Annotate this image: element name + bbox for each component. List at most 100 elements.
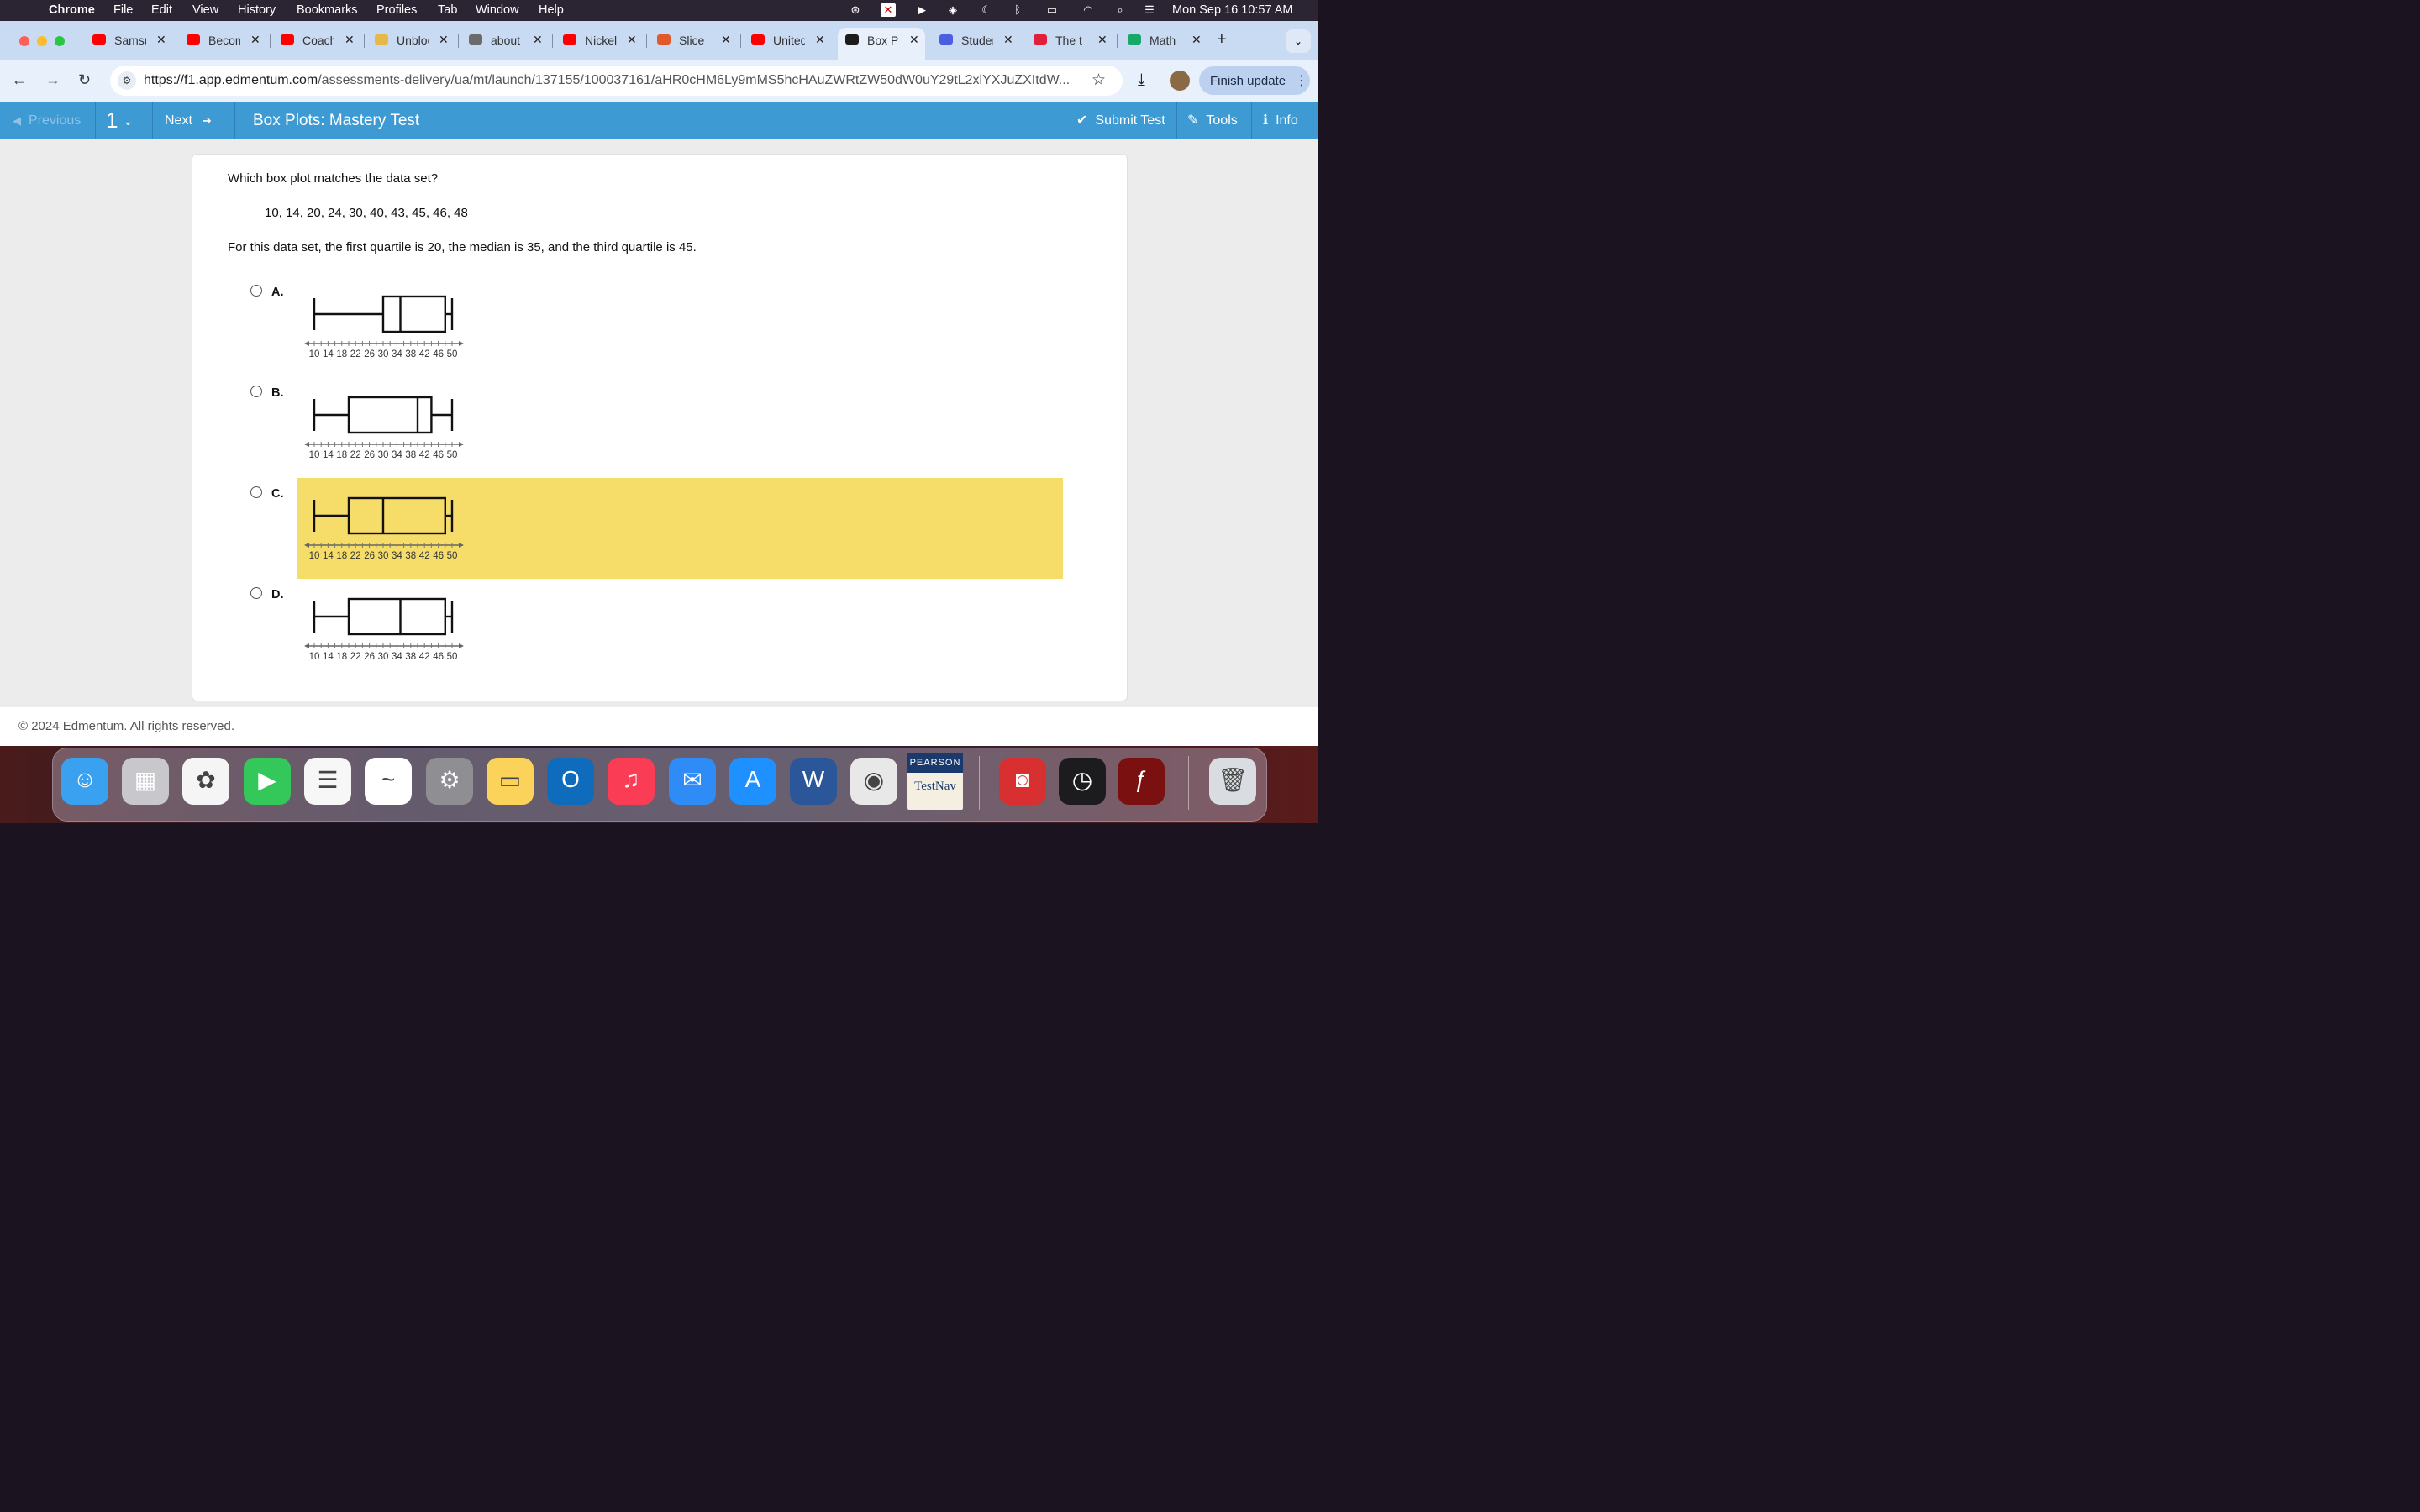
system-settings-icon[interactable]: ⚙ [426, 758, 473, 805]
mail-icon[interactable]: ✉ [669, 758, 716, 805]
tab-1[interactable]: Samsung ✕ [92, 28, 176, 53]
word-icon[interactable]: W [790, 758, 837, 805]
tab-search-chevron-icon[interactable]: ⌄ [1286, 29, 1311, 53]
previous-button[interactable]: ◀ Previous [13, 102, 81, 139]
clock-icon[interactable]: ◷ [1059, 758, 1106, 805]
reminders-icon[interactable]: ☰ [304, 758, 351, 805]
menu-tab[interactable]: Tab [438, 3, 457, 17]
finder-icon[interactable]: ☺ [61, 758, 108, 805]
freeform-icon[interactable]: ~ [365, 758, 412, 805]
tab-close-icon[interactable]: ✕ [909, 33, 919, 47]
back-arrow-icon[interactable]: ← [12, 71, 27, 89]
testnav-icon[interactable]: PEARSON TestNav [908, 753, 963, 810]
box-plot-a[interactable]: 10 14 18 22 26 30 34 38 42 46 50 [302, 289, 479, 373]
tab-9[interactable]: Box P ✕ [845, 28, 929, 53]
option-radio-a[interactable] [250, 285, 262, 297]
flash-icon[interactable]: ƒ [1118, 758, 1165, 805]
info-button[interactable]: ℹ Info [1263, 102, 1298, 139]
address-bar[interactable]: ⚙ https://f1.app.edmentum.com/assessment… [110, 66, 1123, 96]
wifi-icon[interactable]: ◠ [1081, 3, 1096, 17]
close-window-icon[interactable] [19, 36, 29, 46]
tab-10[interactable]: Student ✕ [939, 28, 1023, 53]
option-radio-b[interactable] [250, 386, 262, 397]
tools-button[interactable]: ✎ Tools [1187, 102, 1238, 139]
tab-close-icon[interactable]: ✕ [250, 33, 260, 47]
menu-help[interactable]: Help [539, 3, 564, 17]
question-number-selector[interactable]: 1 ⌄ [106, 102, 133, 139]
finish-update-button[interactable]: Finish update ⋮ [1199, 66, 1310, 95]
menu-bookmarks[interactable]: Bookmarks [297, 3, 358, 17]
music-icon[interactable]: ♫ [608, 758, 655, 805]
vpn-icon[interactable]: ◈ [945, 3, 960, 17]
tab-12[interactable]: Math ✕ [1128, 28, 1212, 53]
menu-window[interactable]: Window [476, 3, 519, 17]
battery-icon[interactable]: ▭ [1041, 3, 1063, 17]
tab-11[interactable]: The t ✕ [1034, 28, 1118, 53]
launchpad-icon[interactable]: ▦ [122, 758, 169, 805]
minimize-window-icon[interactable] [37, 36, 47, 46]
control-center-icon[interactable]: ☰ [1142, 3, 1157, 17]
menu-history[interactable]: History [238, 3, 276, 17]
box-plot-d[interactable]: 10 14 18 22 26 30 34 38 42 46 50 [302, 591, 479, 675]
tab-close-icon[interactable]: ✕ [533, 33, 543, 47]
zoom-window-icon[interactable] [55, 36, 65, 46]
menu-profiles[interactable]: Profiles [376, 3, 417, 17]
tab-4[interactable]: Unblocked ✕ [375, 28, 459, 53]
photo-booth-icon[interactable]: ◙ [999, 758, 1046, 805]
bluetooth-icon[interactable]: ᛒ [1010, 3, 1025, 17]
box-plot-b[interactable]: 10 14 18 22 26 30 34 38 42 46 50 [302, 390, 479, 474]
option-radio-c[interactable] [250, 486, 262, 498]
tab-close-icon[interactable]: ✕ [1192, 33, 1202, 47]
tab-separator [646, 34, 647, 48]
menu-app-name[interactable]: Chrome [49, 3, 95, 17]
photos-icon[interactable]: ✿ [182, 758, 229, 805]
spotlight-icon[interactable]: ⌕ [1113, 3, 1128, 17]
tab-close-icon[interactable]: ✕ [627, 33, 637, 47]
forward-arrow-icon[interactable]: → [45, 71, 60, 89]
tab-6[interactable]: Nickel ✕ [563, 28, 647, 53]
submit-test-button[interactable]: ✔ Submit Test [1076, 102, 1165, 139]
axis-tick-label: 14 [323, 551, 334, 561]
tab-7[interactable]: Slice ✕ [657, 28, 741, 53]
assessment-header: ◀ Previous 1 ⌄ Next ➔ Box Plots: Mastery Te… [0, 102, 1318, 139]
tab-label: Box P [867, 34, 899, 47]
url-text[interactable]: https://f1.app.edmentum.com/assessments-… [144, 73, 1070, 88]
app-store-icon[interactable]: A [729, 758, 776, 805]
menu-edit[interactable]: Edit [151, 3, 172, 17]
more-menu-icon[interactable]: ⋮ [1295, 72, 1308, 89]
reload-icon[interactable]: ↻ [78, 71, 91, 89]
notes-icon[interactable]: ▭ [487, 758, 534, 805]
tab-3[interactable]: Coach ✕ [281, 28, 365, 53]
tab-5[interactable]: about ✕ [469, 28, 553, 53]
dock-glyph: ✉ [682, 767, 702, 793]
trash-icon[interactable]: 🗑 [1209, 758, 1256, 805]
next-button[interactable]: Next ➔ [165, 102, 212, 139]
tab-close-icon[interactable]: ✕ [1097, 33, 1107, 47]
site-info-icon[interactable]: ⚙ [118, 71, 136, 90]
tab-close-icon[interactable]: ✕ [156, 33, 166, 47]
tab-close-icon[interactable]: ✕ [439, 33, 449, 47]
play-icon[interactable]: ▶ [914, 3, 929, 17]
moon-icon[interactable]: ☾ [979, 3, 994, 17]
x-app-icon[interactable]: ✕ [881, 3, 896, 17]
tab-2[interactable]: Become ✕ [187, 28, 271, 53]
tab-close-icon[interactable]: ✕ [721, 33, 731, 47]
tab-8[interactable]: United ✕ [751, 28, 835, 53]
accessibility-icon[interactable]: ⊛ [848, 3, 863, 17]
menu-file[interactable]: File [113, 3, 133, 17]
bookmark-star-icon[interactable]: ☆ [1092, 71, 1106, 90]
tab-close-icon[interactable]: ✕ [1003, 33, 1013, 47]
chrome-icon[interactable]: ◉ [850, 758, 897, 805]
download-icon[interactable]: ⤓ [1138, 71, 1145, 90]
tab-close-icon[interactable]: ✕ [815, 33, 825, 47]
profile-avatar[interactable] [1170, 71, 1190, 91]
axis-tick-label: 50 [447, 349, 458, 360]
box-plot-c[interactable]: 10 14 18 22 26 30 34 38 42 46 50 [302, 491, 479, 575]
outlook-icon[interactable]: O [547, 758, 594, 805]
option-radio-d[interactable] [250, 587, 262, 599]
clock-text[interactable]: Mon Sep 16 10:57 AM [1172, 3, 1293, 17]
new-tab-plus-icon[interactable]: + [1217, 30, 1227, 50]
facetime-icon[interactable]: ▶ [244, 758, 291, 805]
tab-close-icon[interactable]: ✕ [345, 33, 355, 47]
menu-view[interactable]: View [192, 3, 218, 17]
